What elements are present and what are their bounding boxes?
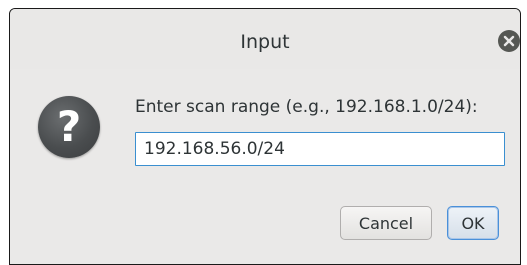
- scan-range-input[interactable]: [135, 132, 505, 166]
- dialog-title: Input: [240, 31, 290, 53]
- input-dialog: Input ? Enter scan range (e.g., 192.168.…: [9, 8, 521, 265]
- question-mark-glyph: ?: [56, 102, 82, 151]
- question-icon: ?: [38, 96, 100, 158]
- close-icon[interactable]: [498, 30, 520, 52]
- cancel-button[interactable]: Cancel: [340, 206, 432, 240]
- prompt-label: Enter scan range (e.g., 192.168.1.0/24):: [135, 97, 478, 117]
- title-bar: Input: [10, 9, 520, 69]
- ok-button[interactable]: OK: [447, 206, 499, 240]
